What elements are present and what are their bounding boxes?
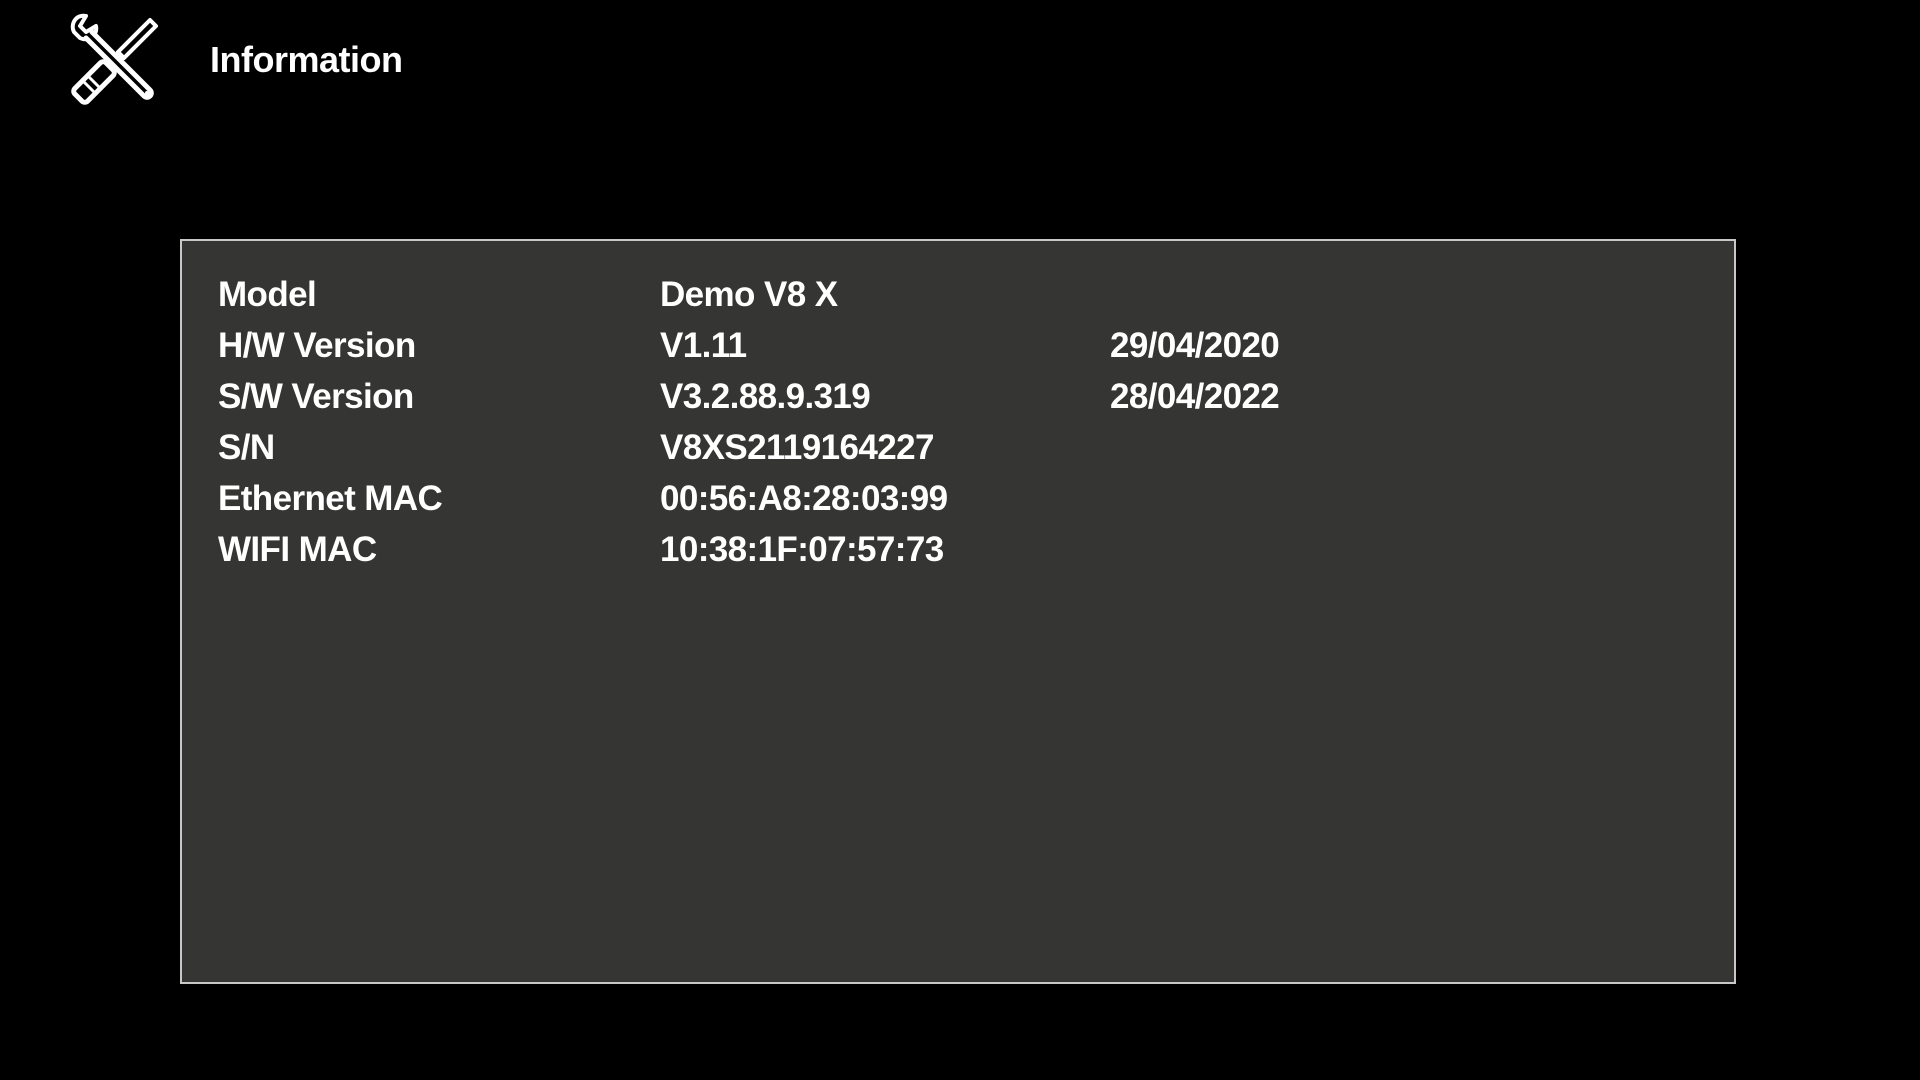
- info-label: S/W Version: [218, 377, 414, 416]
- info-value: 00:56:A8:28:03:99: [660, 479, 948, 518]
- info-date: 29/04/2020: [1110, 326, 1280, 365]
- info-label: S/N: [218, 428, 275, 467]
- info-value: Demo V8 X: [660, 275, 838, 314]
- info-label: WIFI MAC: [218, 530, 377, 569]
- page-title: Information: [210, 39, 403, 80]
- info-value: V8XS2119164227: [660, 428, 934, 467]
- page-header: Information: [64, 12, 403, 108]
- info-value: 10:38:1F:07:57:73: [660, 530, 944, 569]
- info-date: 28/04/2022: [1110, 377, 1280, 416]
- info-label: Model: [218, 275, 317, 314]
- information-panel: Model Demo V8 X H/W Version V1.11 29/04/…: [180, 239, 1736, 984]
- info-value: V3.2.88.9.319: [660, 377, 871, 416]
- info-label: H/W Version: [218, 326, 416, 365]
- info-label: Ethernet MAC: [218, 479, 443, 518]
- tools-icon: [70, 13, 158, 105]
- info-value: V1.11: [660, 326, 747, 365]
